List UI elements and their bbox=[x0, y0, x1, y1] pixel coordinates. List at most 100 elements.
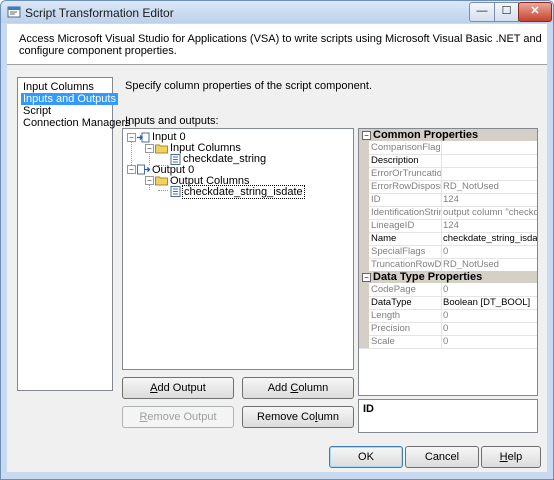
add-column-button[interactable]: Add Column bbox=[242, 377, 354, 399]
property-row[interactable]: SpecialFlags 0 bbox=[359, 245, 537, 259]
column-divider bbox=[441, 141, 442, 154]
remove-column-button[interactable]: Remove Column bbox=[242, 406, 354, 428]
property-row[interactable]: Name checkdate_string_isdate bbox=[359, 232, 537, 246]
ok-button[interactable]: OK bbox=[329, 446, 403, 468]
property-row[interactable]: ID 124 bbox=[359, 193, 537, 207]
category-data-type-properties[interactable]: − Data Type Properties bbox=[359, 271, 537, 283]
property-name: IdentificationString bbox=[371, 207, 441, 218]
property-help-panel: ID bbox=[358, 399, 538, 433]
property-value: output column "checkdat bbox=[443, 207, 537, 218]
minimize-button[interactable]: — bbox=[469, 2, 495, 22]
expand-output-columns-toggle[interactable]: − bbox=[145, 176, 154, 185]
page-nav-list[interactable]: Input Columns Inputs and Outputs Script … bbox=[17, 77, 131, 391]
row-gutter bbox=[359, 167, 369, 180]
title-bar[interactable]: Script Transformation Editor — ☐ ✕ bbox=[1, 1, 553, 23]
column-divider bbox=[441, 219, 442, 232]
row-gutter bbox=[359, 232, 369, 245]
collapse-datatype-toggle[interactable]: − bbox=[362, 273, 371, 282]
property-name: Name bbox=[371, 233, 397, 244]
property-help-title: ID bbox=[363, 403, 374, 415]
category-label: Common Properties bbox=[373, 129, 479, 141]
category-label: Data Type Properties bbox=[373, 271, 483, 283]
property-row[interactable]: LineageID 124 bbox=[359, 219, 537, 233]
property-row[interactable]: DataType Boolean [DT_BOOL] bbox=[359, 296, 537, 310]
nav-item-inputs-and-outputs[interactable]: Inputs and Outputs bbox=[21, 93, 118, 105]
property-row[interactable]: ErrorOrTruncationO bbox=[359, 167, 537, 181]
property-value: 0 bbox=[443, 323, 449, 334]
category-common-properties[interactable]: − Common Properties bbox=[359, 129, 537, 141]
expand-input-columns-toggle[interactable]: − bbox=[145, 144, 154, 153]
property-row[interactable]: TruncationRowDispRD_NotUsed bbox=[359, 258, 537, 272]
collapse-common-toggle[interactable]: − bbox=[362, 131, 371, 140]
folder-icon bbox=[155, 144, 168, 154]
property-row[interactable]: Scale 0 bbox=[359, 335, 537, 349]
row-gutter bbox=[359, 258, 369, 271]
tree-connector bbox=[131, 141, 132, 165]
maximize-button[interactable]: ☐ bbox=[494, 2, 519, 22]
property-value: 0 bbox=[443, 284, 449, 295]
nav-item-input-columns[interactable]: Input Columns bbox=[21, 81, 96, 93]
row-gutter bbox=[359, 309, 369, 322]
row-gutter bbox=[359, 219, 369, 232]
property-name: SpecialFlags bbox=[371, 246, 426, 257]
input-icon bbox=[137, 132, 150, 143]
property-name: DataType bbox=[371, 297, 412, 308]
row-gutter bbox=[359, 322, 369, 335]
header-description: Access Microsoft Visual Studio for Appli… bbox=[19, 33, 542, 57]
property-row[interactable]: IdentificationStringoutput column "check… bbox=[359, 206, 537, 220]
property-row[interactable]: CodePage 0 bbox=[359, 283, 537, 297]
remove-column-label-pre: Remove Co bbox=[257, 411, 316, 423]
property-name: ID bbox=[371, 194, 381, 205]
property-name: ComparisonFlags bbox=[371, 142, 441, 153]
nav-item-script[interactable]: Script bbox=[21, 105, 53, 117]
row-gutter bbox=[359, 154, 369, 167]
column-divider bbox=[441, 258, 442, 271]
column-divider bbox=[441, 232, 442, 245]
property-value: 0 bbox=[443, 246, 449, 257]
property-name: Precision bbox=[371, 323, 411, 334]
row-gutter bbox=[359, 335, 369, 348]
add-output-button[interactable]: Add Output bbox=[122, 377, 234, 399]
add-output-label: dd Output bbox=[157, 382, 206, 394]
property-row[interactable]: ErrorRowDispositionRD_NotUsed bbox=[359, 180, 537, 194]
property-value: 124 bbox=[443, 220, 459, 231]
row-gutter bbox=[359, 193, 369, 206]
column-divider bbox=[441, 180, 442, 193]
property-value[interactable]: checkdate_string_isdate bbox=[443, 233, 537, 244]
property-grid[interactable]: − Common Properties ComparisonFlags Descr… bbox=[358, 128, 538, 396]
close-button[interactable]: ✕ bbox=[518, 2, 552, 22]
property-value: RD_NotUsed bbox=[443, 181, 499, 192]
inputs-outputs-tree[interactable]: − Input 0 − Input Columns checkdate_stri… bbox=[122, 128, 354, 370]
nav-item-connection-managers[interactable]: Connection Managers bbox=[21, 117, 133, 129]
help-button[interactable]: Help bbox=[481, 446, 541, 468]
column-divider bbox=[441, 283, 442, 296]
row-gutter bbox=[359, 141, 369, 154]
row-gutter bbox=[359, 206, 369, 219]
column-divider bbox=[441, 245, 442, 258]
tree-node-output-column[interactable]: checkdate_string_isdate bbox=[182, 185, 305, 199]
cancel-button[interactable]: Cancel bbox=[405, 446, 479, 468]
property-row[interactable]: Length 0 bbox=[359, 309, 537, 323]
column-divider bbox=[441, 206, 442, 219]
property-name: ErrorRowDisposition bbox=[371, 181, 441, 192]
property-value[interactable]: Boolean [DT_BOOL] bbox=[443, 297, 537, 308]
property-name: Length bbox=[371, 310, 401, 321]
remove-column-label: umn bbox=[317, 411, 339, 423]
property-value: 0 bbox=[443, 310, 449, 321]
page-description: Specify column properties of the script … bbox=[125, 80, 373, 92]
remove-output-button[interactable]: Remove Output bbox=[122, 406, 234, 428]
property-row[interactable]: ComparisonFlags bbox=[359, 141, 537, 155]
header-panel: Access Microsoft Visual Studio for Appli… bbox=[7, 24, 547, 65]
expand-input0-toggle[interactable]: − bbox=[127, 133, 136, 142]
expand-output0-toggle[interactable]: − bbox=[127, 165, 136, 174]
folder-icon bbox=[155, 176, 168, 186]
column-divider bbox=[441, 335, 442, 348]
property-name: ErrorOrTruncationO bbox=[371, 168, 441, 179]
property-row[interactable]: Precision 0 bbox=[359, 322, 537, 336]
output-icon bbox=[137, 164, 150, 175]
tree-node-input-column[interactable]: checkdate_string bbox=[183, 153, 266, 165]
property-row[interactable]: Description bbox=[359, 154, 537, 168]
tree-connector bbox=[158, 190, 168, 191]
row-gutter bbox=[359, 283, 369, 296]
property-name: LineageID bbox=[371, 220, 415, 231]
